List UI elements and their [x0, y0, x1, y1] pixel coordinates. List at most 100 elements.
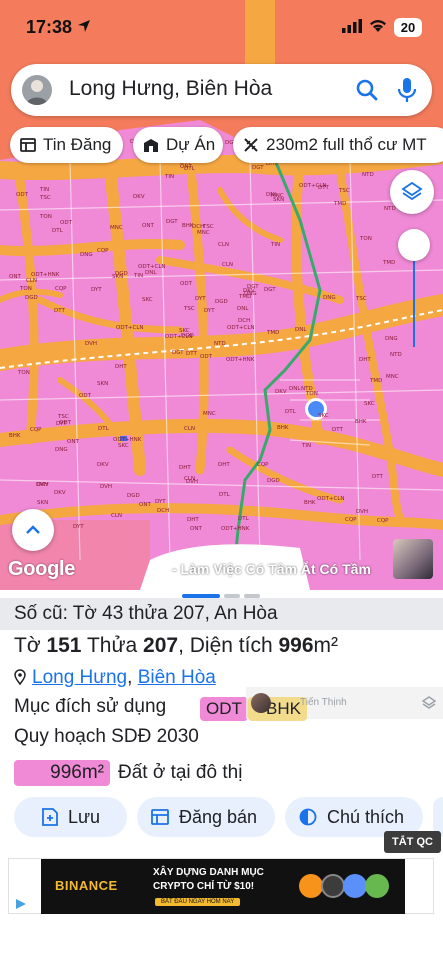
search-icon[interactable] — [355, 78, 379, 102]
close-ad-button[interactable]: TẮT QC — [384, 831, 441, 853]
overlay-name: Tiến Thịnh — [300, 697, 347, 708]
opacity-slider-handle[interactable] — [398, 229, 430, 261]
expand-up-button[interactable] — [12, 509, 54, 551]
zone-label: DHT — [179, 465, 191, 471]
zone-label: NTD — [390, 352, 402, 358]
zone-label: DTT — [54, 308, 65, 314]
zone-label: CQP — [30, 427, 42, 433]
listing-icon — [20, 138, 36, 152]
zone-label: ODT — [59, 420, 71, 426]
zone-label: DYT — [155, 499, 166, 505]
zone-label: DNG — [323, 295, 336, 301]
zone-label: DTL — [219, 492, 230, 498]
ad-info-icon[interactable] — [14, 897, 28, 911]
location-pin-icon — [14, 669, 26, 685]
layers-button[interactable] — [390, 170, 434, 214]
zone-label: DGT — [252, 165, 264, 171]
ad-creative[interactable]: BINANCE XÂY DỰNG DANH MỤC CRYPTO CHỈ TỪ … — [41, 859, 405, 914]
purpose-label: Mục đích sử dụng — [14, 696, 167, 717]
zone-label: ODT+CLN — [317, 496, 345, 502]
zone-label: TIN — [271, 242, 281, 248]
address-separator: , — [127, 667, 133, 688]
map-view[interactable]: ODT DTL DGD DKV TMD SKC DHT TSC MNC ODT+CLN ODT+HN… — [0, 0, 443, 590]
project-icon — [144, 138, 158, 152]
zone-label: CLN — [111, 513, 123, 519]
zone-label: DTT — [186, 351, 197, 357]
ad-banner[interactable]: BINANCE XÂY DỰNG DANH MỤC CRYPTO CHỈ TỪ … — [8, 858, 434, 914]
zone-label: TSC — [40, 195, 51, 201]
action-row: Lưu Đăng bán Chú thích — [0, 797, 443, 837]
zone-label: ONT — [9, 274, 21, 280]
zone-label: TON — [40, 214, 52, 220]
zone-label: CLN — [218, 242, 230, 248]
chip-du-an[interactable]: Dự Án — [133, 127, 223, 163]
ad-subheadline: CRYPTO CHỈ TỪ $10! — [153, 881, 255, 892]
search-bar[interactable]: Long Hưng, Biên Hòa — [11, 64, 432, 116]
zone-label: BHK — [355, 419, 367, 425]
chip-tin-dang[interactable]: Tin Đăng — [10, 127, 123, 163]
post-sale-button[interactable]: Đăng bán — [137, 797, 275, 837]
zone-label: DTL — [98, 426, 109, 432]
zone-label: SKC — [318, 413, 329, 419]
city-link[interactable]: Biên Hòa — [138, 667, 216, 688]
overlay-avatar — [251, 693, 271, 713]
search-input[interactable]: Long Hưng, Biên Hòa — [69, 77, 272, 101]
zone-label: NTD — [301, 386, 313, 392]
ward-link[interactable]: Long Hưng — [32, 667, 127, 688]
zone-label: DTT — [318, 185, 329, 191]
zone-label: CQP — [257, 462, 269, 468]
zone-label: ODT+CLN — [138, 264, 166, 270]
zone-label: DHT — [218, 462, 230, 468]
zone-label: TIN — [40, 187, 50, 193]
zone-label: ODT+HNK — [221, 526, 250, 532]
zone-label: ODT+CLN — [227, 325, 255, 331]
zone-label: DKV — [54, 490, 66, 496]
zone-label: ODT+CLN — [116, 325, 144, 331]
zone-label: ONT — [67, 439, 79, 445]
zone-label: ODT — [16, 192, 28, 198]
zone-label: DGD — [127, 493, 140, 499]
zone-label: SKC — [142, 297, 153, 303]
zone-label: MNC — [203, 411, 216, 417]
zone-label: BHK — [277, 425, 289, 431]
zone-label: BHK — [304, 500, 316, 506]
zone-label: NTD — [214, 341, 226, 347]
contrast-icon — [299, 808, 317, 826]
zone-label: TMD — [334, 201, 347, 207]
sheet-prefix: Tờ — [14, 634, 47, 657]
zone-label: SKC — [364, 401, 375, 407]
chip-search-query[interactable]: 230m2 full thổ cư MT — [233, 127, 443, 163]
avatar[interactable] — [22, 75, 52, 105]
zone-label: ODT+HNK — [113, 437, 142, 443]
zone-label: DHT — [359, 357, 371, 363]
zone-label: DNL — [237, 306, 249, 312]
zone-label: ODT — [180, 281, 192, 287]
location-arrow-icon — [78, 20, 90, 32]
zone-label: ONT — [190, 526, 202, 532]
zone-label: NTD — [384, 206, 396, 212]
save-button[interactable]: Lưu — [14, 797, 127, 837]
signal-icon — [342, 19, 362, 33]
parcel-summary: Tờ 151 Thửa 207, Diện tích 996m² — [14, 634, 338, 658]
plan-area-desc: Đất ở tại đô thị — [118, 762, 243, 783]
ruler-icon — [244, 138, 258, 152]
opacity-slider-track[interactable] — [413, 259, 415, 347]
zone-label: MNC — [110, 225, 123, 231]
zone-label: TMD — [267, 330, 280, 336]
zone-label: DYT — [195, 296, 206, 302]
zone-label: CQP — [345, 517, 357, 523]
ad-cta[interactable]: BẮT ĐẦU NGAY HÔM NAY — [155, 898, 241, 906]
zone-label: CQP — [377, 518, 389, 524]
zone-label: DVH — [85, 341, 98, 347]
plan-area-badge: 996m² — [14, 760, 110, 786]
zone-label: DGD — [115, 271, 128, 277]
zone-label: DGT — [264, 287, 276, 293]
parcel-info-sheet[interactable]: Số cũ: Tờ 43 thửa 207, An Hòa Tờ 151 Thử… — [0, 590, 443, 959]
mic-icon[interactable] — [397, 76, 417, 104]
zone-label: DHT — [115, 364, 127, 370]
zone-label: DNG — [385, 336, 398, 342]
wifi-icon — [370, 20, 386, 32]
zone-label: ODT+CLN — [165, 334, 193, 340]
ad-headline: XÂY DỰNG DANH MỤC — [153, 867, 264, 878]
xrp-coin-icon — [321, 874, 345, 898]
